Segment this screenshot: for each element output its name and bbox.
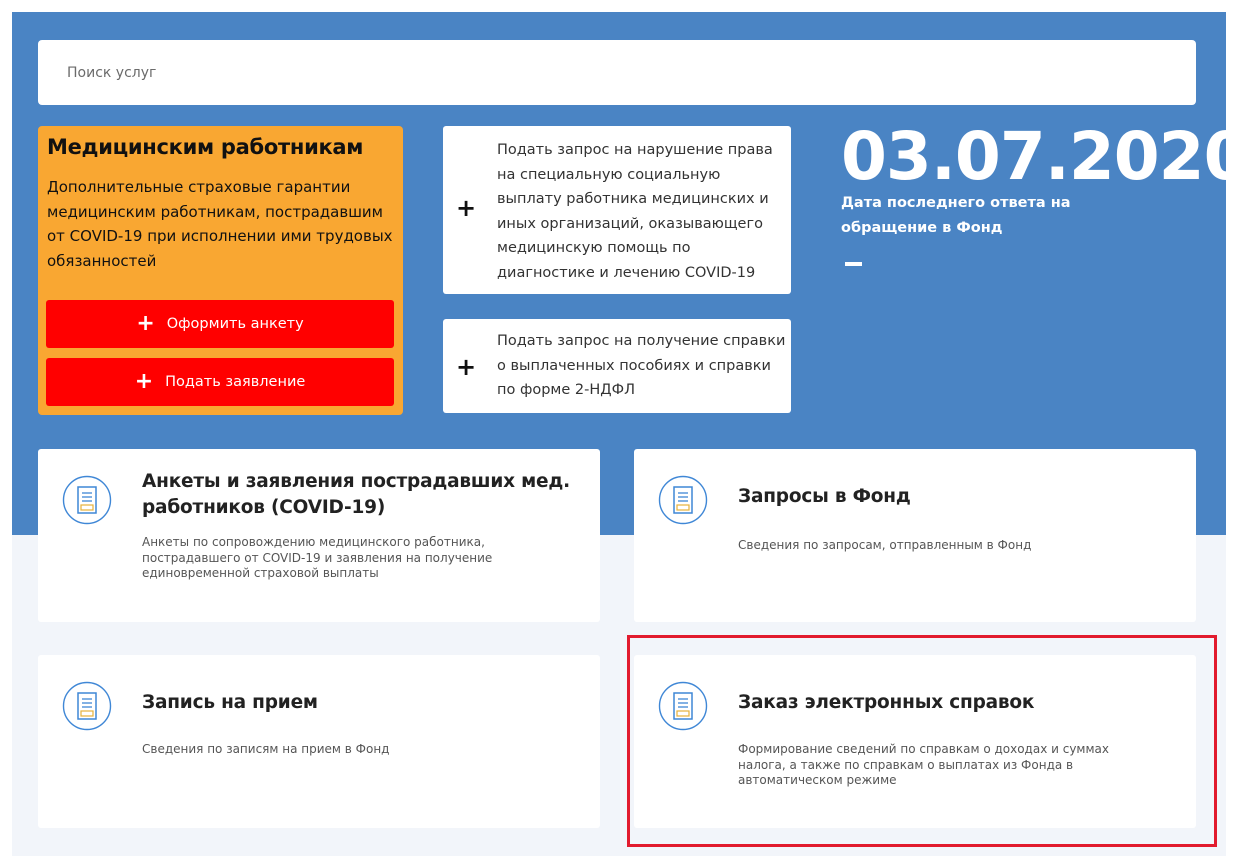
certificate-request-label: Подать запрос на получение справки о вып… xyxy=(497,333,786,398)
tile-medical-forms[interactable]: Анкеты и заявления пострадавших мед. раб… xyxy=(38,449,600,622)
top-strip xyxy=(0,0,1244,12)
notification-icon[interactable] xyxy=(1128,6,1136,9)
plus-icon: + xyxy=(456,353,477,381)
medical-card-title: Медицинским работникам xyxy=(47,135,364,159)
violation-request-button[interactable]: + Подать запрос на нарушение права на сп… xyxy=(443,126,791,294)
document-icon xyxy=(658,681,708,731)
document-icon xyxy=(658,475,708,525)
certificate-request-button[interactable]: + Подать запрос на получение справки о в… xyxy=(443,319,791,413)
medical-card-description: Дополнительные страховые гарантии медици… xyxy=(47,178,393,270)
last-answer-caption: Дата последнего ответа на обращение в Фо… xyxy=(841,195,1071,236)
document-icon xyxy=(62,681,112,731)
tile-description: Формирование сведений по справкам о дохо… xyxy=(738,742,1109,787)
tile-appointments[interactable]: Запись на прием Сведения по записям на п… xyxy=(38,655,600,828)
tile-description: Сведения по записям на прием в Фонд xyxy=(142,742,390,756)
tile-title: Заказ электронных справок xyxy=(738,692,1035,713)
medical-workers-card: Медицинским работникам Дополнительные ст… xyxy=(38,126,403,415)
plus-icon: + xyxy=(136,311,155,336)
tile-fund-requests[interactable]: Запросы в Фонд Сведения по запросам, отп… xyxy=(634,449,1196,622)
tile-title: Анкеты и заявления пострадавших мед. раб… xyxy=(142,471,570,518)
info-icon[interactable] xyxy=(1082,0,1104,10)
fill-questionnaire-label: Оформить анкету xyxy=(166,316,304,332)
tile-description: Сведения по запросам, отправленным в Фон… xyxy=(738,538,1032,552)
plus-icon: + xyxy=(456,194,477,222)
top-toolbar xyxy=(1076,0,1146,14)
tile-title: Запись на прием xyxy=(142,692,318,713)
fill-questionnaire-button[interactable]: + Оформить анкету xyxy=(46,300,394,348)
tile-electronic-certificates[interactable]: Заказ электронных справок Формирование с… xyxy=(634,655,1196,828)
submit-application-label: Подать заявление xyxy=(165,374,306,390)
tile-description: Анкеты по сопровождению медицинского раб… xyxy=(142,535,493,580)
last-answer-date: 03.07.2020 xyxy=(841,118,1244,195)
tile-title: Запросы в Фонд xyxy=(738,486,911,507)
collapse-icon[interactable] xyxy=(845,262,862,266)
search-input[interactable] xyxy=(38,40,1196,105)
document-icon xyxy=(62,475,112,525)
violation-request-label: Подать запрос на нарушение права на спец… xyxy=(497,142,773,281)
plus-icon: + xyxy=(134,369,154,394)
submit-application-button[interactable]: + Подать заявление xyxy=(46,358,394,406)
left-margin xyxy=(0,0,12,856)
